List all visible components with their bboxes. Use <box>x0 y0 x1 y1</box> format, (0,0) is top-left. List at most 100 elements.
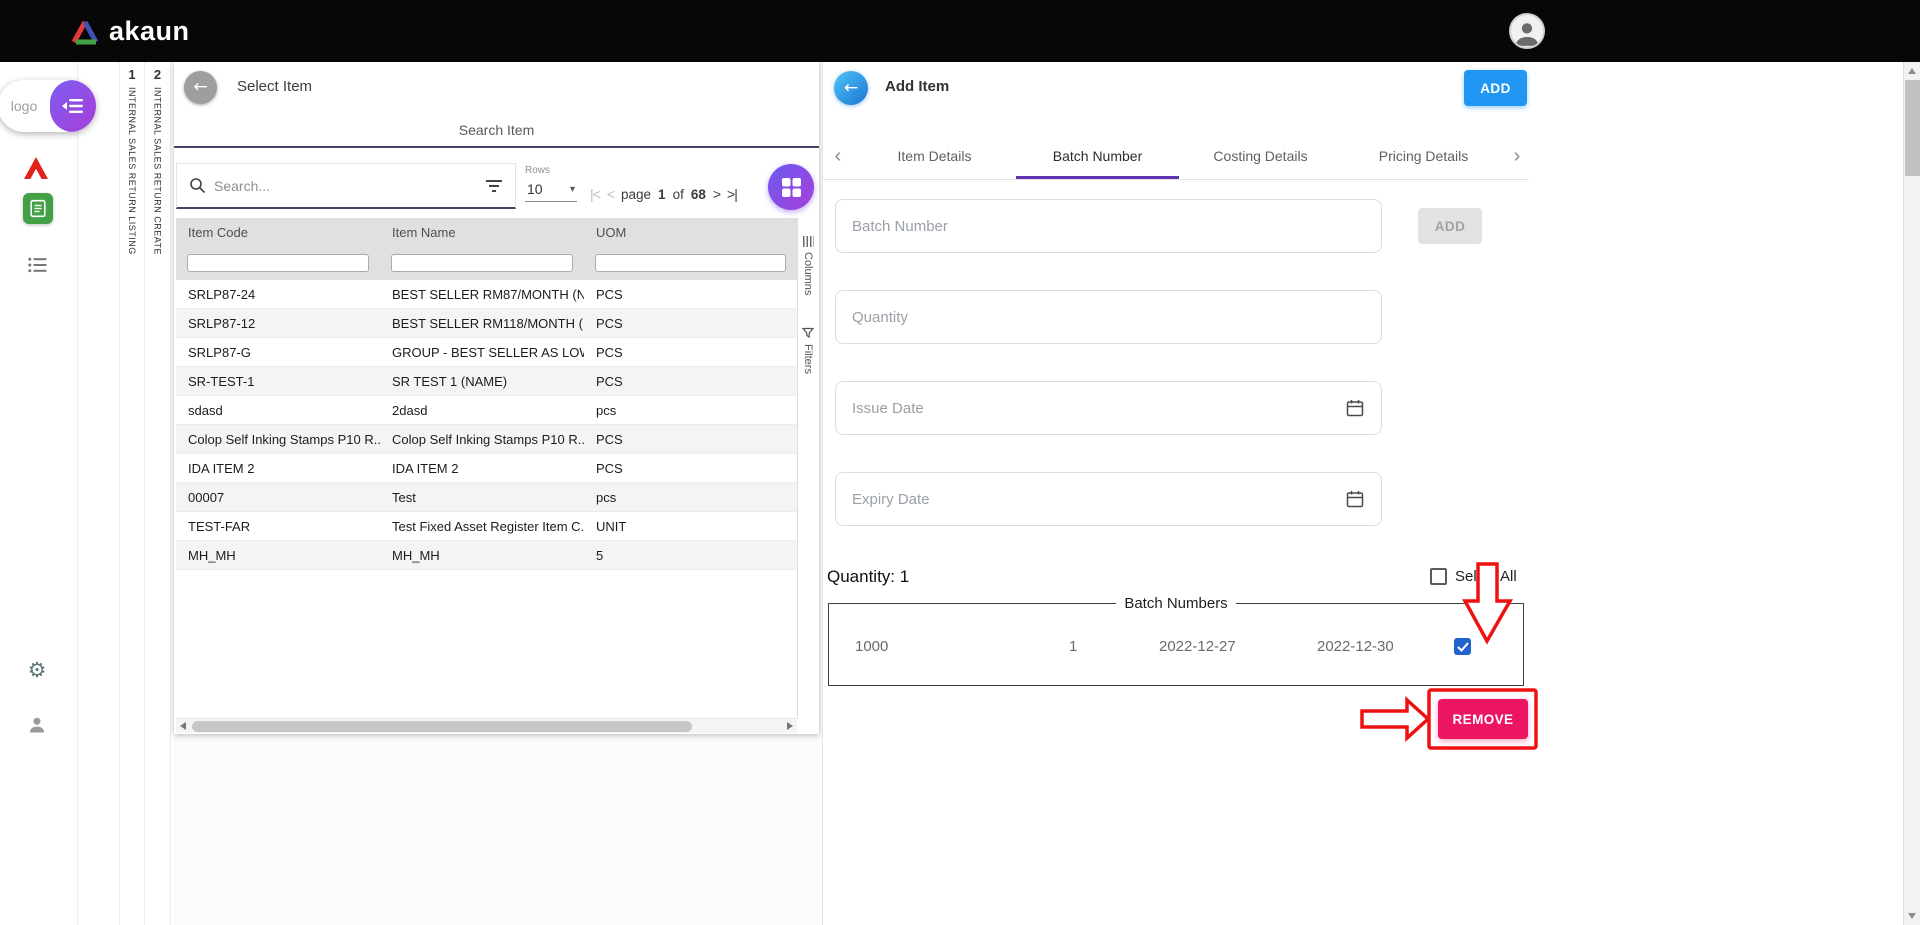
table-cell: PCS <box>596 373 623 389</box>
akaun-logo-icon <box>71 20 99 44</box>
grid-icon <box>781 177 801 197</box>
tab-item-details[interactable]: Item Details <box>853 133 1016 179</box>
table-row[interactable]: SRLP87-12 BEST SELLER RM118/MONTH (... PCS <box>176 309 797 338</box>
tab-costing-details[interactable]: Costing Details <box>1179 133 1342 179</box>
filter-input-item-name[interactable] <box>391 254 573 272</box>
scroll-right-arrow-icon[interactable] <box>787 722 793 730</box>
table-cell: SRLP87-24 <box>188 286 256 302</box>
expiry-date-input[interactable] <box>852 490 1345 508</box>
search-box <box>176 163 516 209</box>
column-header-uom[interactable]: UOM <box>584 218 797 246</box>
filter-input-uom[interactable] <box>595 254 786 272</box>
vertical-scrollbar[interactable] <box>1903 62 1920 925</box>
table-cell: SR TEST 1 (NAME) <box>392 373 508 389</box>
batch-add-button[interactable]: ADD <box>1418 208 1482 244</box>
next-page-button[interactable]: > <box>713 186 721 202</box>
table-cell: Colop Self Inking Stamps P10 R... <box>392 431 584 447</box>
scrollbar-thumb[interactable] <box>1905 80 1920 176</box>
horizontal-scrollbar[interactable] <box>176 718 797 733</box>
list-menu-icon[interactable] <box>27 256 47 274</box>
pdf-app-icon[interactable] <box>21 154 51 182</box>
scroll-down-arrow-icon[interactable] <box>1907 913 1916 919</box>
table-side-controls: Columns Filters <box>797 218 818 719</box>
calendar-icon[interactable] <box>1345 398 1365 418</box>
issue-date-field <box>835 381 1382 435</box>
table-row[interactable]: SR-TEST-1 SR TEST 1 (NAME) PCS <box>176 367 797 396</box>
profile-icon[interactable] <box>26 714 48 736</box>
back-button[interactable]: ← <box>184 71 217 104</box>
batch-issue-date-value: 2022-12-27 <box>1159 638 1236 655</box>
panel-title: Add Item <box>885 78 950 95</box>
first-page-button[interactable]: |< <box>590 186 601 202</box>
table-cell: IDA ITEM 2 <box>188 460 255 476</box>
batch-row[interactable]: 1000 1 2022-12-27 2022-12-30 <box>829 638 1523 655</box>
sidebar-logo[interactable]: logo <box>0 80 96 132</box>
table-cell: SRLP87-12 <box>188 315 256 331</box>
table-cell: Colop Self Inking Stamps P10 R... <box>188 431 380 447</box>
table-row[interactable]: TEST-FAR Test Fixed Asset Register Item C… <box>176 512 797 541</box>
tab-search-item[interactable]: Search Item <box>174 122 819 138</box>
brand[interactable]: akaun <box>70 0 190 62</box>
total-pages: 68 <box>690 186 706 202</box>
back-button[interactable]: ← <box>834 71 868 105</box>
select-all[interactable]: Select All <box>1430 568 1517 585</box>
table-row[interactable]: Colop Self Inking Stamps P10 R... Colop S… <box>176 425 797 454</box>
prev-page-button[interactable]: < <box>607 186 615 202</box>
tab-batch-number[interactable]: Batch Number <box>1016 133 1179 179</box>
add-button[interactable]: ADD <box>1464 70 1527 106</box>
remove-button[interactable]: REMOVE <box>1438 699 1528 739</box>
calendar-icon[interactable] <box>1345 489 1365 509</box>
tab-internal-sales-return-listing[interactable]: 1 INTERNAL SALES RETURN LISTING <box>119 62 145 925</box>
issue-date-input[interactable] <box>852 399 1345 417</box>
ledger-app-icon[interactable] <box>23 193 53 224</box>
batch-row-checkbox[interactable] <box>1454 638 1471 655</box>
panel-title: Select Item <box>237 78 313 95</box>
table-row[interactable]: IDA ITEM 2 IDA ITEM 2 PCS <box>176 454 797 483</box>
columns-control[interactable]: Columns <box>802 236 814 295</box>
search-input[interactable] <box>214 177 477 194</box>
select-all-label: Select All <box>1455 568 1517 585</box>
quantity-input[interactable] <box>852 308 1365 326</box>
filter-funnel-icon <box>802 328 814 339</box>
table-row[interactable]: MH_MH MH_MH 5 <box>176 541 797 570</box>
filters-control[interactable]: Filters <box>802 327 814 374</box>
settings-gear-icon[interactable]: ⚙ <box>26 659 48 681</box>
table-row[interactable]: SRLP87-G GROUP - BEST SELLER AS LOW ... PC… <box>176 338 797 367</box>
last-page-button[interactable]: >| <box>727 186 738 202</box>
user-avatar[interactable] <box>1509 13 1545 49</box>
tab-indicator <box>174 146 819 148</box>
scrollbar-thumb[interactable] <box>192 720 692 732</box>
rows-per-page-select[interactable]: Rows 10 ▾ <box>525 165 577 202</box>
batch-number-input[interactable] <box>852 217 1365 235</box>
column-header-item-name[interactable]: Item Name <box>380 218 584 246</box>
quantity-summary: Quantity: 1 <box>827 567 910 586</box>
scroll-up-arrow-icon[interactable] <box>1907 68 1916 74</box>
table-cell: PCS <box>596 460 623 476</box>
chevron-down-icon: ▾ <box>569 183 575 195</box>
add-item-panel: ← Add Item ADD ‹ Item Details Batch Numb… <box>822 62 1903 925</box>
drag-grip-icon <box>802 236 814 247</box>
tabs-scroll-right-icon[interactable]: › <box>1505 133 1529 179</box>
table-cell: SR-TEST-1 <box>188 373 255 389</box>
filter-input-item-code[interactable] <box>187 254 369 272</box>
rows-per-page-value: 10 <box>527 181 543 197</box>
scrollbar-track[interactable] <box>190 720 783 733</box>
table-row[interactable]: 00007 Test pcs <box>176 483 797 512</box>
batch-numbers-legend: Batch Numbers <box>1124 595 1228 612</box>
tab-number: 1 <box>128 67 136 82</box>
table-cell: GROUP - BEST SELLER AS LOW ... <box>392 344 584 360</box>
tab-internal-sales-return-create[interactable]: 2 INTERNAL SALES RETURN CREATE <box>145 62 171 925</box>
tabs-scroll-left-icon[interactable]: ‹ <box>823 133 853 179</box>
grid-view-button[interactable] <box>768 164 814 210</box>
table-row[interactable]: sdasd 2dasd pcs <box>176 396 797 425</box>
table-row[interactable]: SRLP87-24 BEST SELLER RM87/MONTH (N... PCS <box>176 280 797 309</box>
back-arrow-icon: ← <box>843 77 859 98</box>
search-icon <box>190 178 206 194</box>
scroll-left-arrow-icon[interactable] <box>180 722 186 730</box>
filter-list-icon[interactable] <box>485 179 503 193</box>
table-cell: MH_MH <box>188 547 236 563</box>
select-all-checkbox[interactable] <box>1430 568 1447 585</box>
column-header-item-code[interactable]: Item Code <box>176 218 380 246</box>
table-header-row: Item Code Item Name UOM <box>176 218 797 246</box>
tab-pricing-details[interactable]: Pricing Details <box>1342 133 1505 179</box>
